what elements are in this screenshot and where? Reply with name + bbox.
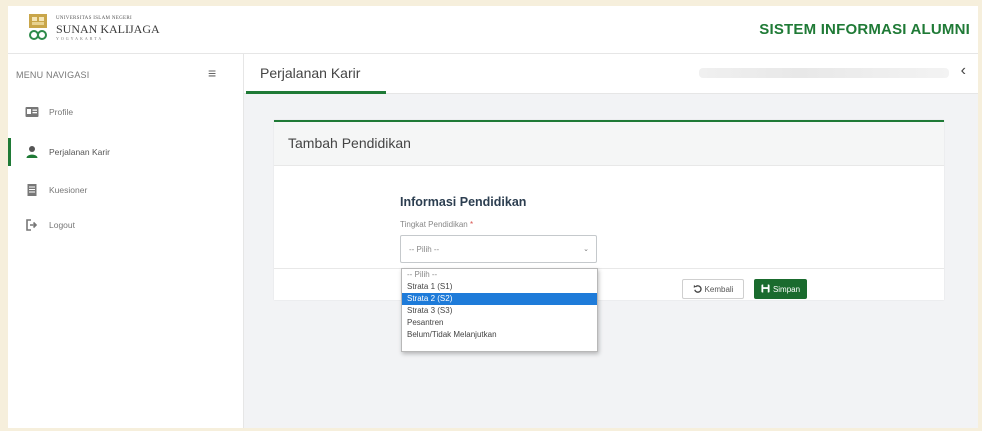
- sidebar-item-label: Perjalanan Karir: [49, 147, 110, 157]
- logo-icon: [26, 13, 50, 43]
- sidebar-item-profile[interactable]: Profile: [8, 98, 244, 126]
- logout-icon: [25, 218, 39, 232]
- dropdown-option[interactable]: Strata 1 (S1): [402, 281, 597, 293]
- required-mark: *: [469, 220, 474, 229]
- sidebar-menu-header: MENU NAVIGASI: [16, 70, 90, 80]
- select-current-value: -- Pilih --: [409, 245, 440, 254]
- id-card-icon: [25, 105, 39, 119]
- sidebar-item-kuesioner[interactable]: Kuesioner: [8, 176, 244, 204]
- browser-viewport: UNIVERSITAS ISLAM NEGERI SUNAN KALIJAGA …: [8, 6, 978, 428]
- university-logo[interactable]: UNIVERSITAS ISLAM NEGERI SUNAN KALIJAGA …: [26, 13, 160, 43]
- card-title: Tambah Pendidikan: [288, 135, 411, 151]
- back-button-label: Kembali: [704, 284, 734, 294]
- hamburger-menu-icon[interactable]: ≡: [208, 65, 216, 81]
- education-level-dropdown: -- Pilih -- Strata 1 (S1) Strata 2 (S2) …: [401, 268, 598, 352]
- dropdown-option-highlighted[interactable]: Strata 2 (S2): [402, 293, 597, 305]
- top-header: UNIVERSITAS ISLAM NEGERI SUNAN KALIJAGA …: [8, 6, 978, 54]
- save-icon: [761, 280, 770, 298]
- main-content: Tambah Pendidikan Informasi Pendidikan T…: [244, 94, 978, 428]
- sidebar-item-perjalanan-karir[interactable]: Perjalanan Karir: [8, 138, 244, 166]
- sidebar-item-label: Logout: [49, 220, 75, 230]
- photo-frame: UNIVERSITAS ISLAM NEGERI SUNAN KALIJAGA …: [0, 0, 982, 431]
- document-icon: [25, 183, 39, 197]
- education-level-select[interactable]: -- Pilih -- ⌄: [400, 235, 597, 263]
- sidebar: MENU NAVIGASI ≡ Profile Perjalanan Karir…: [8, 54, 244, 428]
- back-button[interactable]: Kembali: [682, 279, 744, 299]
- chevron-down-icon: ⌄: [583, 246, 589, 253]
- redacted-region: [699, 68, 949, 78]
- sidebar-item-logout[interactable]: Logout: [8, 211, 244, 239]
- add-education-card: Tambah Pendidikan Informasi Pendidikan T…: [274, 120, 944, 300]
- card-header: Tambah Pendidikan: [274, 122, 944, 166]
- sidebar-item-label: Profile: [49, 107, 74, 117]
- education-level-label: Tingkat Pendidikan *: [400, 220, 473, 229]
- undo-icon: [693, 280, 702, 298]
- user-icon: [25, 145, 39, 159]
- dropdown-option[interactable]: Pesantren: [402, 317, 597, 329]
- logo-university-text: UNIVERSITAS ISLAM NEGERI: [56, 15, 132, 21]
- dropdown-option[interactable]: Strata 3 (S3): [402, 305, 597, 317]
- page-title: Perjalanan Karir: [260, 65, 361, 81]
- content-header: Perjalanan Karir ‹: [244, 54, 978, 94]
- collapse-chevron-icon[interactable]: ‹: [961, 62, 966, 80]
- dropdown-option[interactable]: Belum/Tidak Melanjutkan: [402, 329, 597, 341]
- section-title: Informasi Pendidikan: [400, 195, 527, 209]
- sidebar-item-label: Kuesioner: [49, 185, 88, 195]
- save-button[interactable]: Simpan: [754, 279, 807, 299]
- logo-city: YOGYAKARTA: [56, 35, 104, 41]
- logo-name: SUNAN KALIJAGA: [56, 21, 160, 36]
- card-footer: Kembali Simpan: [274, 268, 944, 302]
- app-title: SISTEM INFORMASI ALUMNI: [759, 21, 970, 38]
- field-label-text: Tingkat Pendidikan: [400, 220, 468, 229]
- dropdown-option[interactable]: -- Pilih --: [402, 269, 597, 281]
- save-button-label: Simpan: [772, 284, 801, 294]
